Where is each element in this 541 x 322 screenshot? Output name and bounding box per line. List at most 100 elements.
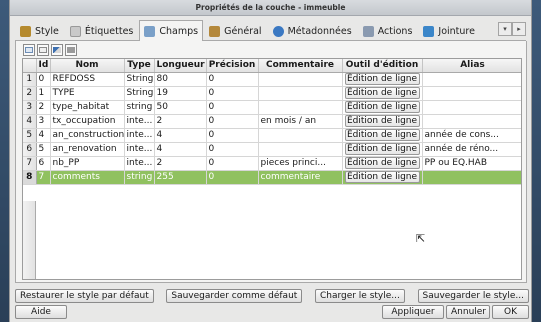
edit-widget-button[interactable]: Édition de ligne <box>344 73 420 85</box>
cell-commentaire[interactable]: commentaire <box>258 170 343 185</box>
table-row[interactable]: 2 1 TYPE String 19 0 Édition de ligne <box>23 86 521 101</box>
row-number[interactable]: 5 <box>23 128 37 143</box>
cell-alias[interactable] <box>422 114 521 129</box>
cell-alias[interactable]: année de cons... <box>422 128 521 143</box>
cell-nom[interactable]: an_construction <box>50 128 125 143</box>
cell-alias[interactable]: PP ou EQ.HAB <box>422 156 521 171</box>
cell-alias[interactable] <box>422 72 521 87</box>
tab-style[interactable]: Style <box>15 21 64 40</box>
layer-properties-dialog: Propriétés de la couche - immeuble Style… <box>9 0 532 322</box>
table-row[interactable]: 7 6 nb_PP inte... 2 0 pieces princi... É… <box>23 156 521 171</box>
row-number[interactable]: 8 <box>23 170 37 185</box>
cell-nom[interactable]: TYPE <box>50 86 125 101</box>
tab-menu-button[interactable]: ▾ <box>498 22 512 36</box>
row-number[interactable]: 3 <box>23 100 37 115</box>
calculator-icon <box>67 47 75 53</box>
cell-alias[interactable] <box>422 100 521 115</box>
column-header-id[interactable]: Id <box>36 59 51 73</box>
row-number[interactable]: 7 <box>23 156 37 171</box>
edit-widget-button[interactable]: Édition de ligne <box>344 129 420 141</box>
cell-id: 6 <box>36 156 51 171</box>
table-row-selected[interactable]: 8 7 comments string 255 0 commentaire Éd… <box>23 170 521 185</box>
tab-jointure[interactable]: Jointure <box>418 21 480 40</box>
row-number[interactable]: 6 <box>23 142 37 157</box>
table-row[interactable]: 3 2 type_habitat string 50 0 Édition de … <box>23 100 521 115</box>
cell-id: 4 <box>36 128 51 143</box>
cancel-button[interactable]: Annuler <box>446 305 490 319</box>
cell-nom[interactable]: type_habitat <box>50 100 125 115</box>
restore-default-style-button[interactable]: Restaurer le style par défaut <box>15 289 154 303</box>
delete-column-button[interactable] <box>37 44 49 56</box>
label-icon <box>69 25 81 37</box>
toggle-editing-button[interactable] <box>51 44 63 56</box>
column-header-alias[interactable]: Alias <box>422 59 521 73</box>
edit-widget-button[interactable]: Édition de ligne <box>344 87 420 99</box>
cell-id: 3 <box>36 114 51 129</box>
tab-etiquettes[interactable]: Étiquettes <box>65 21 139 40</box>
table-row[interactable]: 6 5 an_renovation inte... 4 0 Édition de… <box>23 142 521 157</box>
tab-general[interactable]: Général <box>204 21 266 40</box>
tab-scroll-right-button[interactable]: ▸ <box>512 22 526 36</box>
cell-longueur: 2 <box>154 156 207 171</box>
cell-alias[interactable] <box>422 170 521 185</box>
cell-id: 1 <box>36 86 51 101</box>
save-as-default-button[interactable]: Sauvegarder comme défaut <box>166 289 303 303</box>
cell-longueur: 4 <box>154 128 207 143</box>
tab-champs[interactable]: Champs <box>139 20 204 41</box>
cell-commentaire[interactable] <box>258 128 343 143</box>
cell-precision: 0 <box>206 86 259 101</box>
cell-nom[interactable]: REFDOSS <box>50 72 125 87</box>
column-header-nom[interactable]: Nom <box>50 59 125 73</box>
help-button[interactable]: Aide <box>15 305 67 319</box>
cell-longueur: 19 <box>154 86 207 101</box>
row-number[interactable]: 4 <box>23 114 37 129</box>
edit-widget-button[interactable]: Édition de ligne <box>344 143 420 155</box>
column-header-outil-edition[interactable]: Outil d'édition <box>342 59 423 73</box>
save-style-button[interactable]: Sauvegarder le style... <box>417 289 529 303</box>
ok-button[interactable]: OK <box>492 305 529 319</box>
row-number[interactable]: 2 <box>23 86 37 101</box>
cell-commentaire[interactable] <box>258 86 343 101</box>
table-row[interactable]: 1 0 REFDOSS String 80 0 Édition de ligne <box>23 72 521 87</box>
cell-alias[interactable]: année de réno... <box>422 142 521 157</box>
cell-nom[interactable]: nb_PP <box>50 156 125 171</box>
column-header-precision[interactable]: Précision <box>206 59 259 73</box>
cell-type: inte... <box>124 128 155 143</box>
column-header-type[interactable]: Type <box>124 59 155 73</box>
edit-widget-button[interactable]: Édition de ligne <box>344 101 420 113</box>
cell-precision: 0 <box>206 142 259 157</box>
field-calculator-button[interactable] <box>65 44 77 56</box>
edit-widget-button[interactable]: Édition de ligne <box>344 157 420 169</box>
cell-commentaire[interactable] <box>258 142 343 157</box>
column-header-commentaire[interactable]: Commentaire <box>258 59 343 73</box>
column-header-longueur[interactable]: Longueur <box>154 59 207 73</box>
cell-edit-widget: Édition de ligne <box>342 100 423 115</box>
tab-actions[interactable]: Actions <box>358 21 418 40</box>
row-number[interactable]: 1 <box>23 72 37 87</box>
new-column-button[interactable] <box>23 44 35 56</box>
tab-metadonnees[interactable]: Métadonnées <box>268 21 357 40</box>
table-row[interactable]: 4 3 tx_occupation inte... 2 0 en mois / … <box>23 114 521 129</box>
fields-table: Id Nom Type Longueur Précision Commentai… <box>22 58 522 280</box>
tab-label: Champs <box>159 25 199 37</box>
apply-button[interactable]: Appliquer <box>382 305 444 319</box>
cell-nom[interactable]: an_renovation <box>50 142 125 157</box>
cell-alias[interactable] <box>422 86 521 101</box>
cell-nom[interactable]: tx_occupation <box>50 114 125 129</box>
paintbrush-icon <box>20 25 31 37</box>
edit-widget-button[interactable]: Édition de ligne <box>344 115 420 127</box>
cell-commentaire[interactable] <box>258 100 343 115</box>
cell-commentaire[interactable]: pieces princi... <box>258 156 343 171</box>
cell-commentaire[interactable]: en mois / an <box>258 114 343 129</box>
mouse-cursor-icon: ⇱ <box>416 232 426 245</box>
cell-commentaire[interactable] <box>258 72 343 87</box>
load-style-button[interactable]: Charger le style... <box>314 289 405 303</box>
edit-widget-button[interactable]: Édition de ligne <box>344 171 420 183</box>
table-row[interactable]: 5 4 an_construction inte... 4 0 Édition … <box>23 128 521 143</box>
info-icon <box>272 25 284 37</box>
style-button-row: Restaurer le style par défaut Sauvegarde… <box>15 289 529 303</box>
cell-type: string <box>124 100 155 115</box>
table-icon <box>144 25 156 37</box>
cell-nom[interactable]: comments <box>50 170 125 185</box>
cell-longueur: 50 <box>154 100 207 115</box>
